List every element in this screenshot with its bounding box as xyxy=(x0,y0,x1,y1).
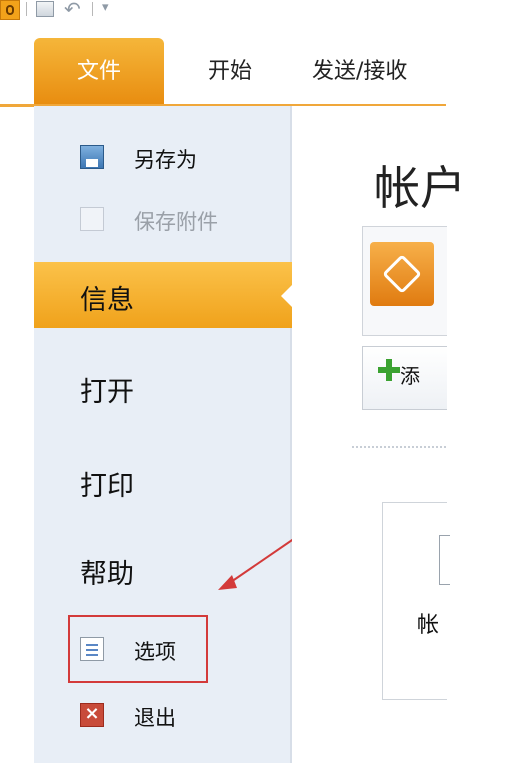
account-settings-label: 帐 xyxy=(417,613,440,638)
toolbar-separator xyxy=(26,2,27,16)
plus-icon xyxy=(378,359,400,381)
customize-toolbar-icon[interactable]: ▾ xyxy=(102,0,109,15)
save-as-icon xyxy=(80,145,104,169)
tab-home[interactable]: 开始 xyxy=(190,38,270,104)
quick-access-toolbar: ↶ ▾ xyxy=(0,0,508,22)
save-attachments-label: 保存附件 xyxy=(134,210,218,234)
ribbon-tabs: 文件 开始 发送/接收 xyxy=(0,38,446,107)
nav-item-print[interactable]: 打印 xyxy=(34,448,292,514)
exchange-account-icon xyxy=(370,242,434,306)
annotation-arrow-icon xyxy=(218,535,299,590)
tab-file[interactable]: 文件 xyxy=(34,38,164,106)
options-highlight-box xyxy=(68,615,208,683)
nav-item-info[interactable]: 信息 xyxy=(34,262,293,328)
dotted-divider xyxy=(352,446,446,448)
toolbar-separator xyxy=(92,2,93,16)
exit-label: 退出 xyxy=(134,706,176,730)
nav-item-label: 打印 xyxy=(80,471,134,502)
save-attachments-command[interactable]: 保存附件 xyxy=(34,196,292,242)
nav-item-label: 信息 xyxy=(80,285,134,316)
nav-item-open[interactable]: 打开 xyxy=(34,354,292,420)
nav-item-label: 帮助 xyxy=(80,559,134,590)
exit-icon: × xyxy=(80,703,104,727)
save-attachments-icon xyxy=(80,207,104,231)
add-account-label: 添 xyxy=(400,364,420,388)
nav-item-label: 打开 xyxy=(80,377,134,408)
save-icon[interactable] xyxy=(36,1,54,17)
undo-icon[interactable]: ↶ xyxy=(64,0,81,19)
account-settings-icon xyxy=(439,535,450,585)
save-as-command[interactable]: 另存为 xyxy=(34,134,292,180)
exit-command[interactable]: × 退出 xyxy=(34,692,292,738)
account-settings-panel[interactable]: 帐 xyxy=(382,502,450,700)
outlook-app-icon[interactable] xyxy=(0,0,20,20)
save-as-label: 另存为 xyxy=(134,148,197,172)
page-title: 帐户 xyxy=(374,161,466,215)
tab-send-receive[interactable]: 发送/接收 xyxy=(312,38,446,104)
